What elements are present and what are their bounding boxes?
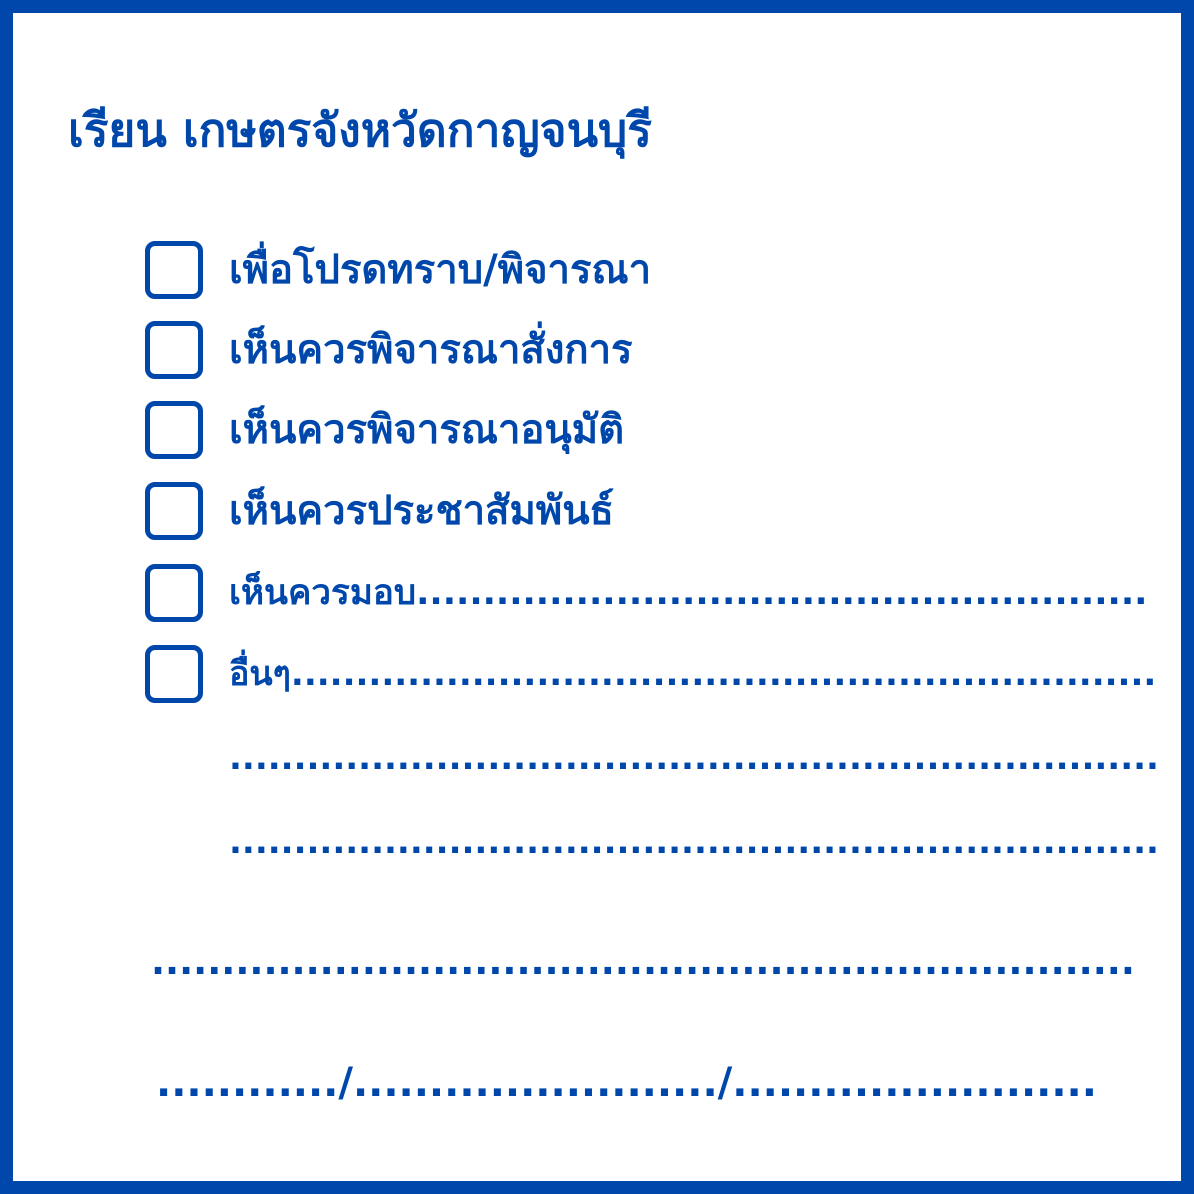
assign-checkbox[interactable] [145, 564, 203, 622]
publicize-checkbox[interactable] [145, 482, 203, 540]
option-row-publicize[interactable]: เห็นควรประชาสัมพันธ์ [145, 480, 614, 542]
assign-label: เห็นควรมอบ..............................… [229, 572, 1148, 613]
option-row-order[interactable]: เห็นควรพิจารณาสั่งการ [145, 319, 633, 381]
publicize-label: เห็นควรประชาสัมพันธ์ [229, 488, 614, 534]
approve-checkbox[interactable] [145, 401, 203, 459]
acknowledge-checkbox[interactable] [145, 241, 203, 299]
other-continuation-line-1: ........................................… [229, 738, 1159, 778]
order-label: เห็นควรพิจารณาสั่งการ [229, 327, 633, 373]
other-continuation-line-2: ........................................… [229, 822, 1159, 862]
option-row-approve[interactable]: เห็นควรพิจารณาอนุมัติ [145, 399, 624, 461]
memo-heading: เรียน เกษตรจังหวัดกาญจนบุรี [68, 103, 652, 157]
other-label: อื่นๆ...................................… [229, 654, 1157, 694]
memo-stamp: เรียน เกษตรจังหวัดกาญจนบุรี เพื่อโปรดทรา… [0, 0, 1194, 1194]
option-row-assign[interactable]: เห็นควรมอบ..............................… [145, 562, 1147, 624]
date-line: ............/......................../..… [156, 1060, 1097, 1106]
order-checkbox[interactable] [145, 321, 203, 379]
signature-line: ........................................… [151, 940, 1135, 983]
acknowledge-label: เพื่อโปรดทราบ/พิจารณา [229, 247, 652, 293]
other-checkbox[interactable] [145, 645, 203, 703]
approve-label: เห็นควรพิจารณาอนุมัติ [229, 407, 625, 453]
option-row-acknowledge[interactable]: เพื่อโปรดทราบ/พิจารณา [145, 239, 651, 301]
option-row-other[interactable]: อื่นๆ...................................… [145, 643, 1156, 705]
